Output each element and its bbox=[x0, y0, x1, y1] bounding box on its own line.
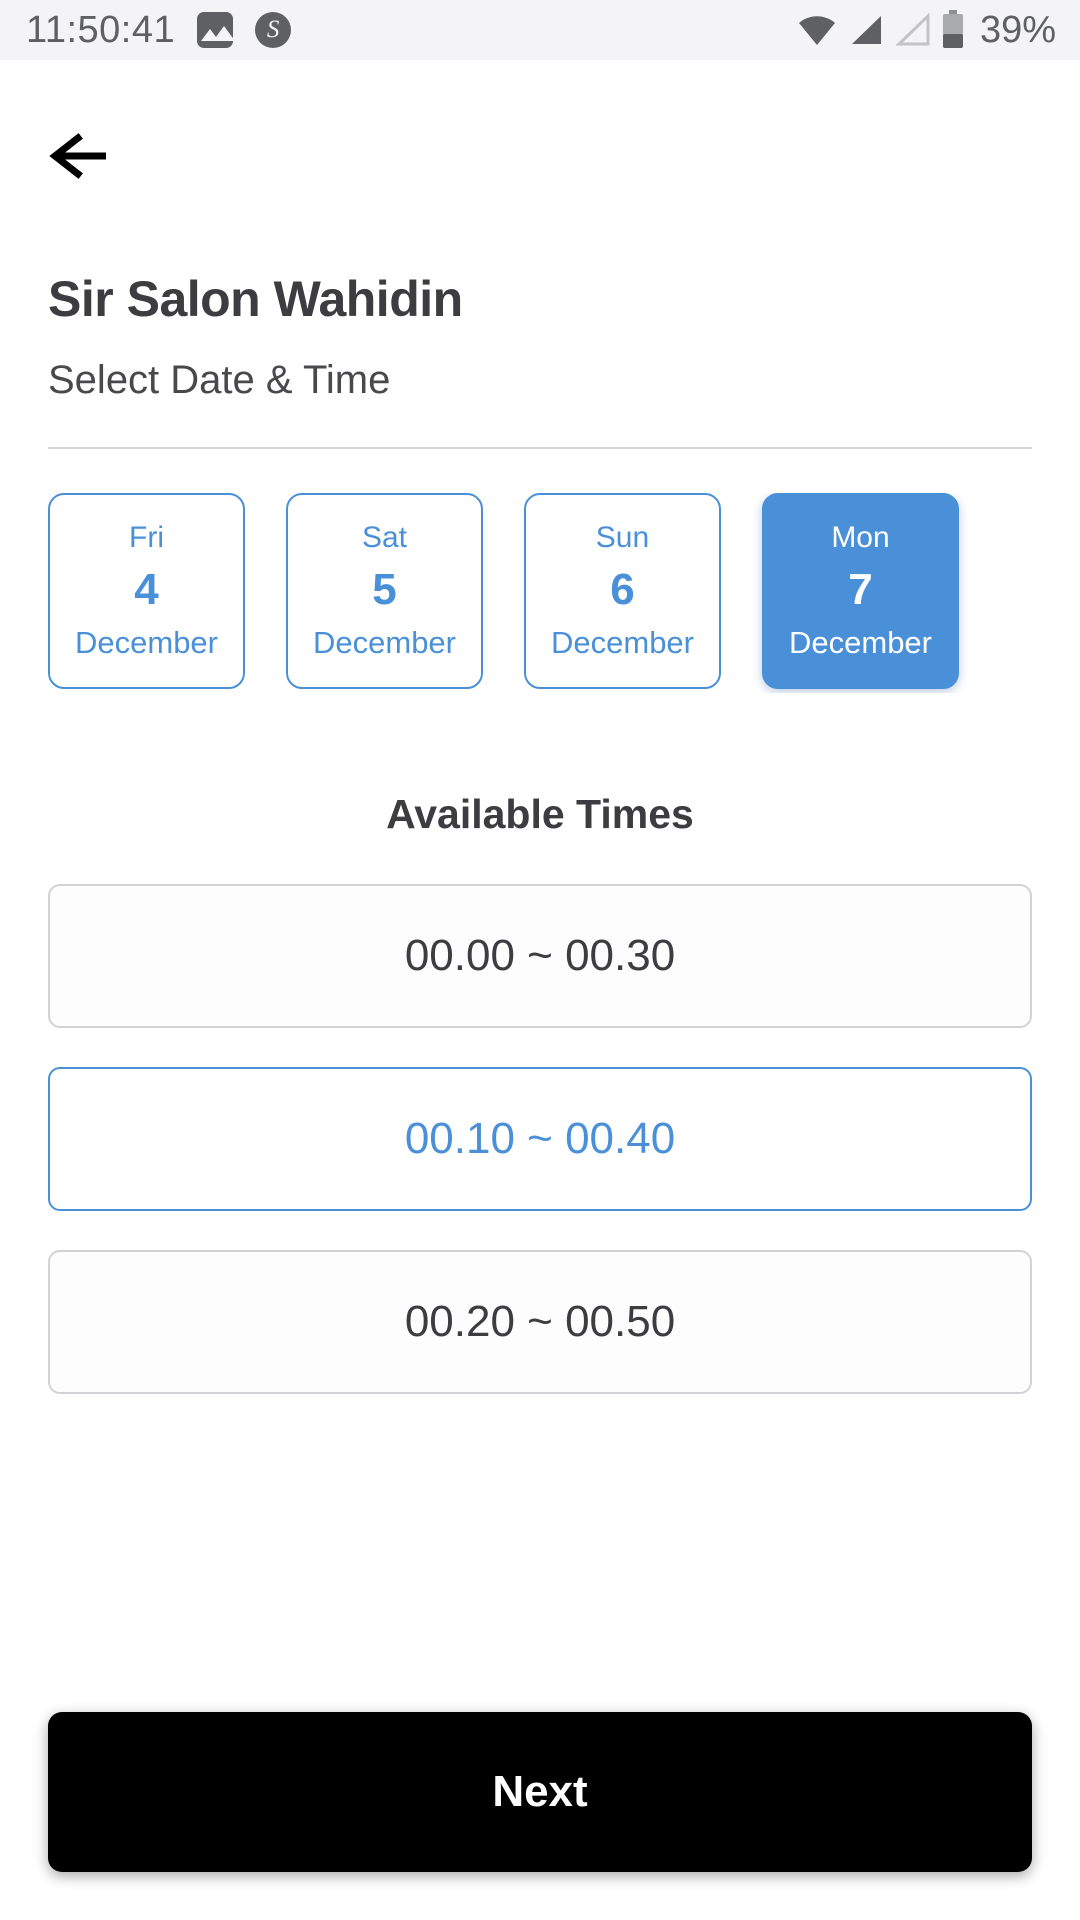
date-card-weekday: Fri bbox=[129, 521, 164, 555]
date-card-fri-4[interactable]: Fri 4 December bbox=[48, 493, 245, 689]
wifi-icon bbox=[798, 16, 835, 45]
date-card-month: December bbox=[789, 624, 932, 660]
date-card-day: 7 bbox=[848, 564, 873, 614]
back-arrow-icon bbox=[49, 133, 106, 179]
page-content: Sir Salon Wahidin Select Date & Time Fri… bbox=[0, 60, 1080, 1394]
date-card-weekday: Sat bbox=[361, 521, 408, 555]
date-strip: Fri 4 December Sat 5 December Sun 6 Dece… bbox=[48, 493, 1032, 693]
image-icon bbox=[197, 12, 234, 48]
time-slot-0010-0040[interactable]: 00.10 ~ 00.40 bbox=[48, 1067, 1032, 1211]
circle-s-icon: S bbox=[255, 12, 292, 48]
date-card-mon-7[interactable]: Mon 7 December bbox=[762, 493, 959, 689]
back-button[interactable] bbox=[48, 60, 1032, 204]
date-card-sat-5[interactable]: Sat 5 December bbox=[286, 493, 483, 689]
header-divider bbox=[48, 447, 1032, 449]
date-card-sun-6[interactable]: Sun 6 December bbox=[524, 493, 721, 689]
date-card-month: December bbox=[75, 624, 218, 660]
time-slot-0000-0030[interactable]: 00.00 ~ 00.30 bbox=[48, 884, 1032, 1028]
status-bar: 11:50:41 S 39% bbox=[0, 0, 1080, 60]
date-card-weekday: Mon bbox=[831, 521, 890, 555]
date-card-day: 4 bbox=[134, 564, 159, 614]
date-card-month: December bbox=[313, 624, 456, 660]
next-button[interactable]: Next bbox=[48, 1712, 1032, 1872]
date-card-day: 5 bbox=[372, 564, 397, 614]
signal-alt-icon bbox=[895, 12, 930, 46]
signal-icon bbox=[851, 16, 881, 44]
page-subtitle: Select Date & Time bbox=[48, 358, 391, 402]
battery-percent-label: 39% bbox=[979, 8, 1056, 51]
time-slot-list: 00.00 ~ 00.30 00.10 ~ 00.40 00.20 ~ 00.5… bbox=[48, 884, 1032, 1394]
status-clock: 11:50:41 bbox=[26, 8, 176, 51]
time-slot-0020-0050[interactable]: 00.20 ~ 00.50 bbox=[48, 1250, 1032, 1394]
status-bar-right: 39% bbox=[797, 9, 1056, 52]
date-card-weekday: Sun bbox=[595, 521, 650, 555]
page-title: Sir Salon Wahidin bbox=[48, 271, 463, 327]
battery-icon bbox=[942, 10, 963, 48]
date-strip-scroller[interactable]: Fri 4 December Sat 5 December Sun 6 Dece… bbox=[48, 493, 1032, 693]
date-card-day: 6 bbox=[610, 564, 635, 614]
available-times-heading: Available Times bbox=[386, 791, 694, 837]
status-bar-left: 11:50:41 S bbox=[26, 8, 292, 52]
date-card-month: December bbox=[551, 624, 694, 660]
